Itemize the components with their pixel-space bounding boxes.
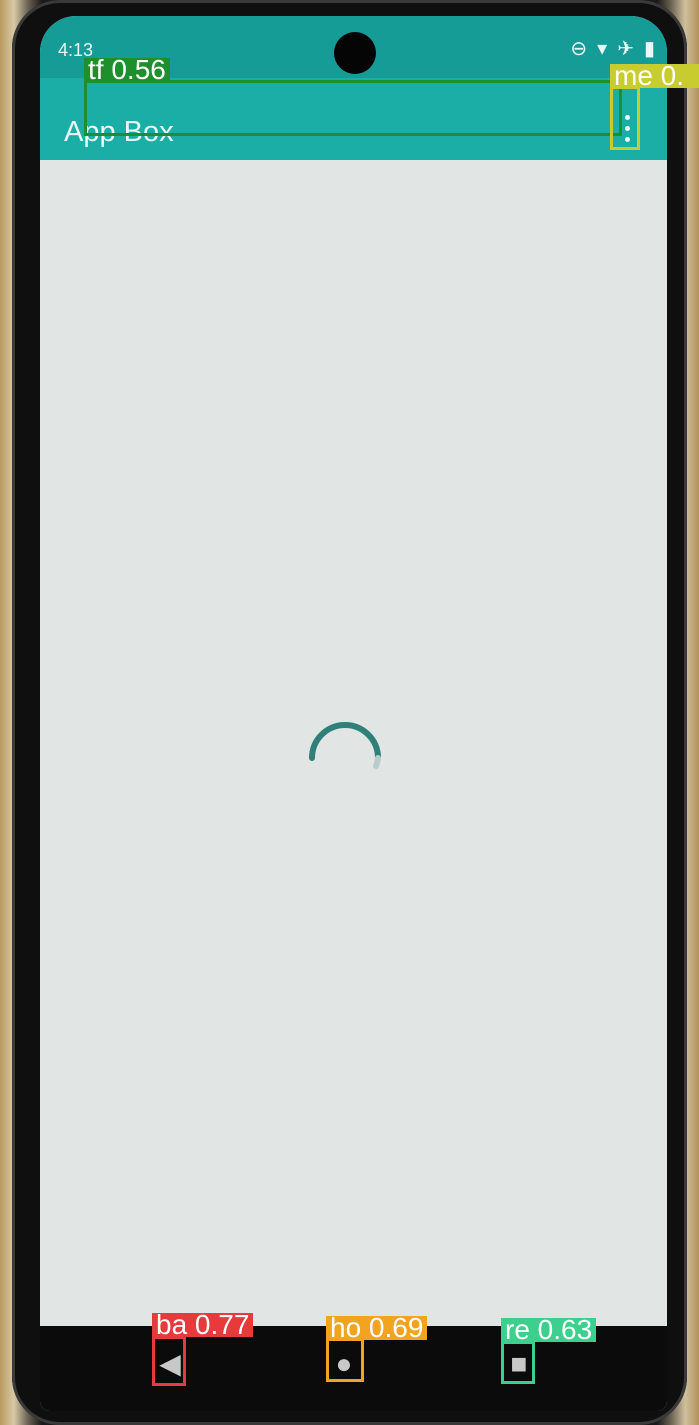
loading-spinner	[309, 722, 381, 769]
detection-box-re	[501, 1341, 535, 1384]
status-icons: ⊖ ▾ ✈ ▮	[570, 39, 655, 59]
detection-box-tf	[84, 80, 622, 136]
do-not-disturb-icon: ⊖	[570, 38, 588, 60]
detection-box-me	[610, 86, 640, 150]
airplane-icon: ✈	[617, 38, 634, 60]
detection-label-ba: ba 0.77	[152, 1313, 254, 1337]
wifi-icon: ▾	[597, 38, 608, 60]
detection-label-re: re 0.63	[501, 1318, 597, 1342]
device-screen: 4:13 ⊖ ▾ ✈ ▮ App Box ◀ ● ■	[40, 16, 667, 1411]
battery-icon: ▮	[643, 38, 655, 60]
detection-box-ba	[152, 1336, 186, 1386]
content-area	[40, 160, 667, 1330]
detection-label-ho: ho 0.69	[326, 1316, 428, 1340]
front-camera	[334, 32, 376, 74]
detection-label-me: me 0.	[610, 64, 699, 88]
detection-box-ho	[326, 1338, 364, 1382]
detection-label-tf: tf 0.56	[84, 58, 170, 82]
